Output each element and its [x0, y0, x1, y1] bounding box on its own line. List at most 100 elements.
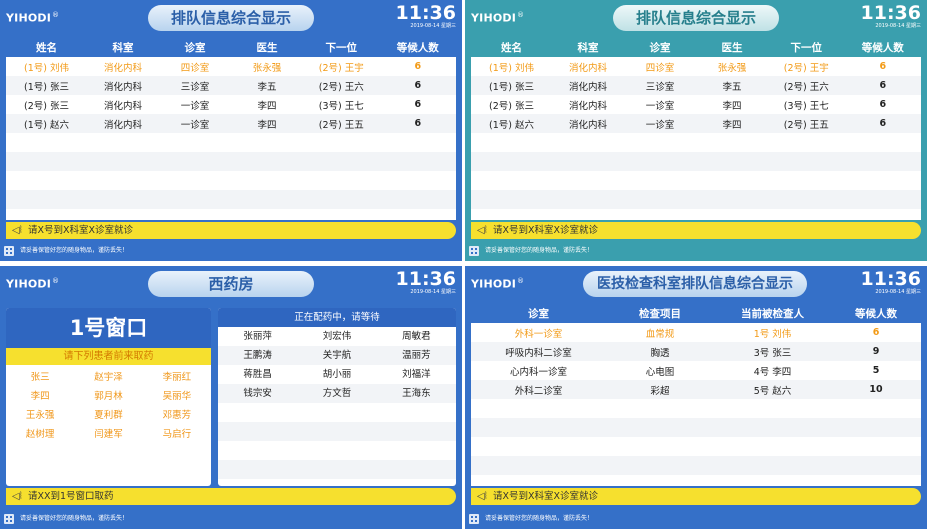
table-row-empty: [471, 190, 921, 209]
footer-text: 请妥善保管好您的随身物品，谨防丢失！: [485, 247, 594, 254]
cell: (1号) 赵六: [471, 114, 552, 133]
pharmacy-panel: YIHODI® 西药房 11:36 2019-08-14 星期三 1号窗口 请下…: [0, 266, 462, 529]
col-header: 下一位: [303, 38, 380, 57]
col-header: 医生: [696, 38, 768, 57]
cell: 一诊室: [645, 100, 675, 112]
list-item: 吴丽华: [162, 391, 192, 402]
cell: 6: [414, 61, 422, 72]
cell: 李五: [231, 76, 303, 95]
list-item: 王鹏涛: [218, 346, 298, 365]
table-row-empty: [471, 171, 921, 190]
table-row-empty: [6, 209, 456, 220]
cell: (3号) 王七: [783, 100, 829, 112]
call-notice: ◁⦚ 请X号到X科室X诊室就诊: [471, 488, 921, 505]
col-header: 下一位: [768, 38, 845, 57]
cell: 三诊室: [159, 76, 231, 95]
cell: (2号) 王六: [303, 76, 380, 95]
clock-date: 2019-08-14 星期三: [410, 23, 456, 29]
footer: 请妥善保管好您的随身物品，谨防丢失！: [465, 511, 927, 527]
waiting-list: 张丽萍 刘宏伟 周敏君 王鹏涛 关宇航 温丽芳 蒋胜昌 胡小丽 刘福洋 钱宗安 …: [218, 327, 456, 403]
cell: 消化内科: [103, 62, 142, 74]
app-grid-icon: [469, 246, 479, 256]
cell: 6: [879, 61, 887, 72]
notice-text: 请X号到X科室X诊室就诊: [493, 225, 599, 236]
table-row: (1号) 赵六 消化内科 一诊室 李四 (2号) 王五 6: [6, 114, 456, 133]
list-item: 刘宏伟: [322, 331, 352, 342]
table-row-current: 外科一诊室 血常规 1号 刘伟 6: [471, 323, 921, 342]
table-row-empty: [471, 133, 921, 152]
col-header: 诊室: [471, 304, 606, 323]
col-header: 诊室: [159, 38, 231, 57]
cell: 四诊室: [180, 62, 210, 74]
col-header: 当前被检查人: [714, 304, 831, 323]
cell: 1号 刘伟: [753, 328, 792, 340]
clock: 11:36 2019-08-14 星期三: [861, 269, 921, 296]
cell: 张永强: [252, 62, 282, 74]
cell: 消化内科: [552, 114, 624, 133]
cell: 消化内科: [568, 100, 607, 112]
list-item: 李丽红: [162, 372, 192, 383]
queue-table: 姓名 科室 诊室 医生 下一位 等候人数 (1号) 刘伟 消化内科 四诊室 张永…: [471, 38, 921, 220]
table-row: (2号) 张三 消化内科 一诊室 李四 (3号) 王七 6: [471, 95, 921, 114]
cell: (2号) 张三: [24, 100, 69, 112]
col-header: 姓名: [471, 38, 552, 57]
footer: 请妥善保管好您的随身物品，谨防丢失！: [465, 243, 927, 259]
empty-row: [218, 460, 456, 479]
list-item: 蒋胜昌: [243, 369, 272, 380]
header: YIHODI® 排队信息综合显示 11:36 2019-08-14 星期三: [0, 0, 462, 36]
cell: 心电图: [645, 366, 675, 378]
cell: 李四: [722, 100, 742, 112]
col-header: 科室: [87, 38, 159, 57]
list-item: 赵树理: [25, 429, 55, 440]
brand-logo: YIHODI®: [6, 11, 60, 25]
table-row: (1号) 张三 消化内科 三诊室 李五 (2号) 王六 6: [6, 76, 456, 95]
page-title: 医技检查科室排队信息综合显示: [583, 271, 807, 297]
page-title: 西药房: [148, 271, 314, 297]
empty-row: [218, 403, 456, 422]
brand-logo: YIHODI®: [471, 11, 525, 25]
cell: 一诊室: [624, 114, 696, 133]
list-item: 王海东: [376, 384, 456, 403]
cell: 三诊室: [624, 76, 696, 95]
cell: (1号) 刘伟: [24, 62, 69, 74]
cell: (1号) 张三: [471, 76, 552, 95]
table-row-empty: [471, 475, 921, 486]
page-title: 排队信息综合显示: [148, 5, 314, 31]
list-item: 温丽芳: [376, 346, 456, 365]
cell: 6: [379, 76, 456, 95]
window-title: 1号窗口: [6, 308, 211, 348]
cell: (1号) 赵六: [6, 114, 87, 133]
cell: 彩超: [606, 380, 714, 399]
app-grid-icon: [4, 514, 14, 524]
footer-text: 请妥善保管好您的随身物品，谨防丢失！: [485, 515, 594, 522]
table-row-empty: [6, 171, 456, 190]
speaker-icon: ◁⦚: [12, 225, 22, 236]
col-header: 诊室: [624, 38, 696, 57]
clock: 11:36 2019-08-14 星期三: [396, 3, 456, 30]
clock-time: 11:36: [860, 2, 921, 24]
cell: (1号) 张三: [6, 76, 87, 95]
clock-date: 2019-08-14 星期三: [410, 289, 456, 295]
cell: (2号) 王宇: [318, 62, 364, 74]
cell: 李四: [696, 114, 768, 133]
col-header: 等候人数: [844, 38, 921, 57]
queue-table-area: 姓名 科室 诊室 医生 下一位 等候人数 (1号) 刘伟 消化内科 四诊室 张永…: [6, 38, 456, 220]
cell: 消化内科: [87, 76, 159, 95]
footer: 请妥善保管好您的随身物品，谨防丢失！: [0, 243, 462, 259]
queue-table: 姓名 科室 诊室 医生 下一位 等候人数 (1号) 刘伟 消化内科 四诊室 张永…: [6, 38, 456, 220]
pickup-prompt: 请下列患者前来取药: [6, 348, 211, 365]
table-row: 呼吸内科二诊室 胸透 3号 张三 9: [471, 342, 921, 361]
call-notice: ◁⦚ 请X号到X科室X诊室就诊: [471, 222, 921, 239]
table-row-empty: [471, 437, 921, 456]
cell: (2号) 王六: [768, 76, 845, 95]
queue-panel-blue: YIHODI® 排队信息综合显示 11:36 2019-08-14 星期三 姓名…: [0, 0, 462, 261]
exam-panel: YIHODI® 医技检查科室排队信息综合显示 11:36 2019-08-14 …: [465, 266, 927, 529]
header: YIHODI® 西药房 11:36 2019-08-14 星期三: [0, 266, 462, 302]
empty-row: [218, 422, 456, 441]
list-item: 马启行: [162, 429, 192, 440]
brand-logo: YIHODI®: [471, 277, 525, 291]
header: YIHODI® 排队信息综合显示 11:36 2019-08-14 星期三: [465, 0, 927, 36]
cell: 5: [872, 365, 880, 376]
cell: 血常规: [645, 328, 675, 340]
app-grid-icon: [4, 246, 14, 256]
